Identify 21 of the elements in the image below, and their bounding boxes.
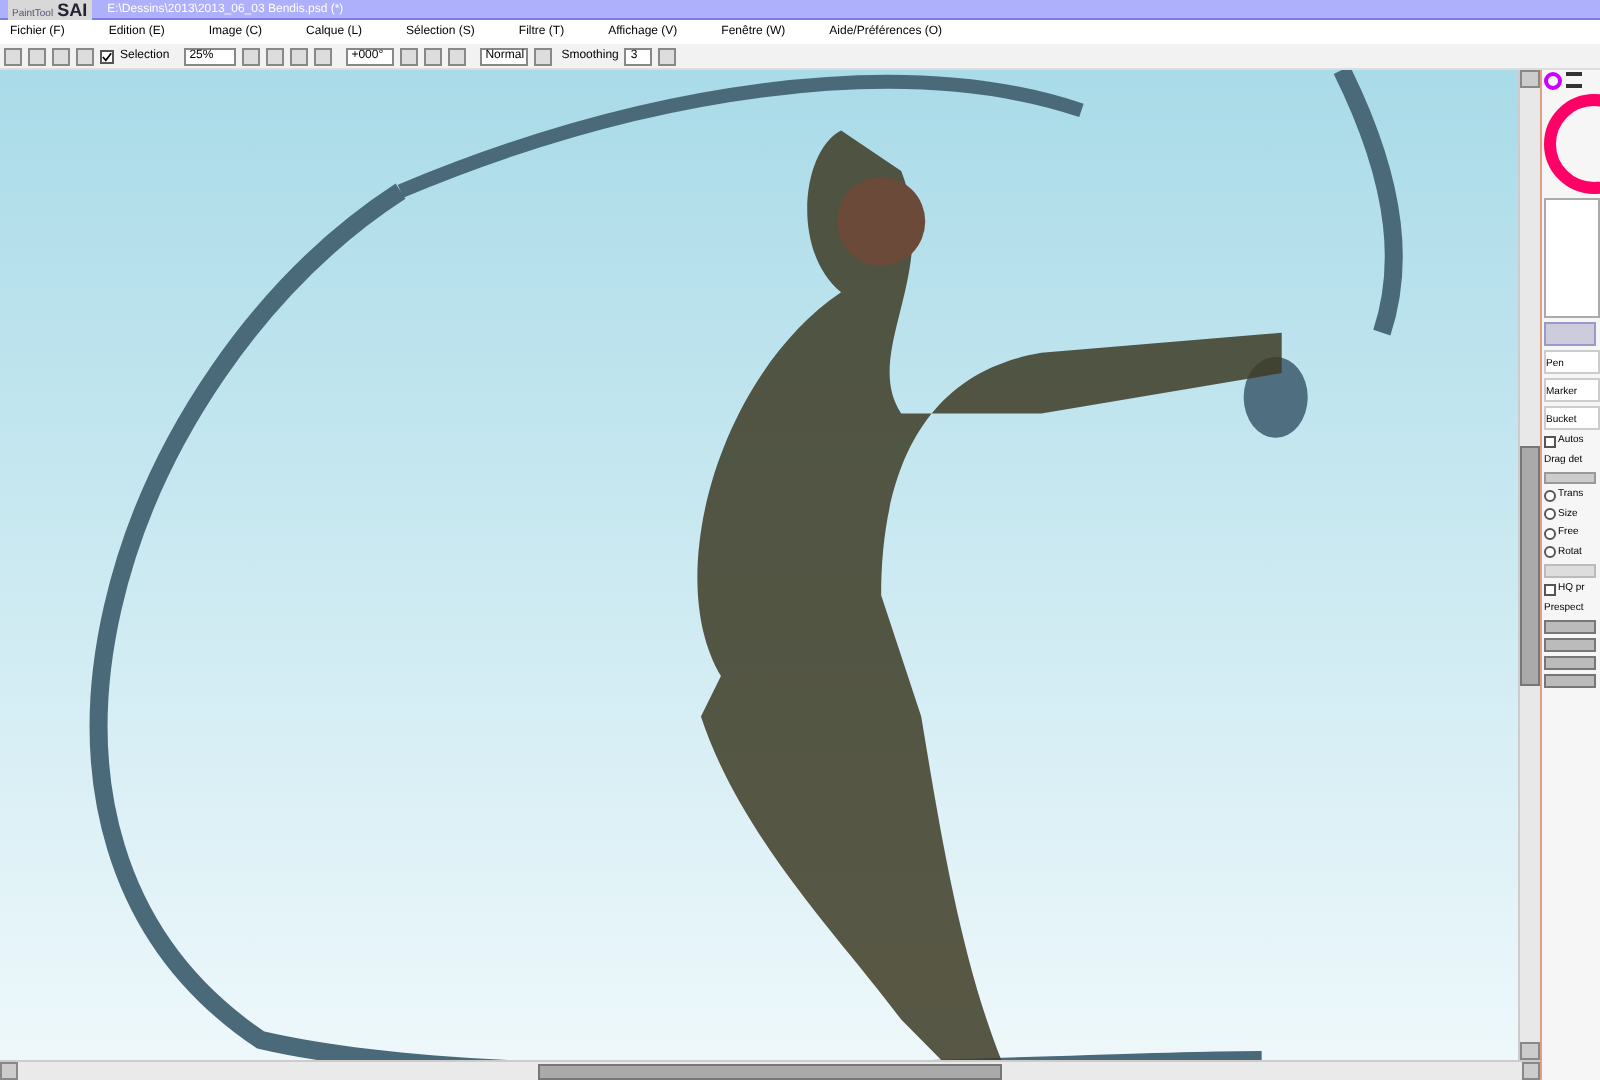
list-icon[interactable] <box>1566 72 1582 88</box>
scrollbar-thumb[interactable] <box>1520 445 1540 685</box>
checkbox[interactable] <box>100 49 114 63</box>
panel-button[interactable] <box>1544 656 1596 670</box>
radio-button[interactable] <box>1544 546 1556 559</box>
toolbar-button[interactable] <box>658 47 677 65</box>
color-wheel-icon[interactable] <box>1544 72 1562 90</box>
checkbox[interactable] <box>1544 583 1556 596</box>
radio-button[interactable] <box>1544 489 1556 502</box>
toolbar-button[interactable] <box>533 47 552 65</box>
scroll-up-button[interactable] <box>1520 70 1540 88</box>
panel-button[interactable] <box>1544 620 1596 634</box>
scroll-left-button[interactable] <box>0 1062 18 1080</box>
scroll-down-button[interactable] <box>1520 1042 1540 1060</box>
radio-button[interactable] <box>1544 527 1556 540</box>
scroll-right-button[interactable] <box>1522 1062 1540 1080</box>
checkbox[interactable] <box>1544 435 1556 448</box>
radio-button[interactable] <box>1544 508 1556 521</box>
scrollbar-thumb[interactable] <box>538 1063 1002 1079</box>
panel-button[interactable] <box>1544 638 1596 652</box>
panel-button[interactable] <box>1544 674 1596 688</box>
